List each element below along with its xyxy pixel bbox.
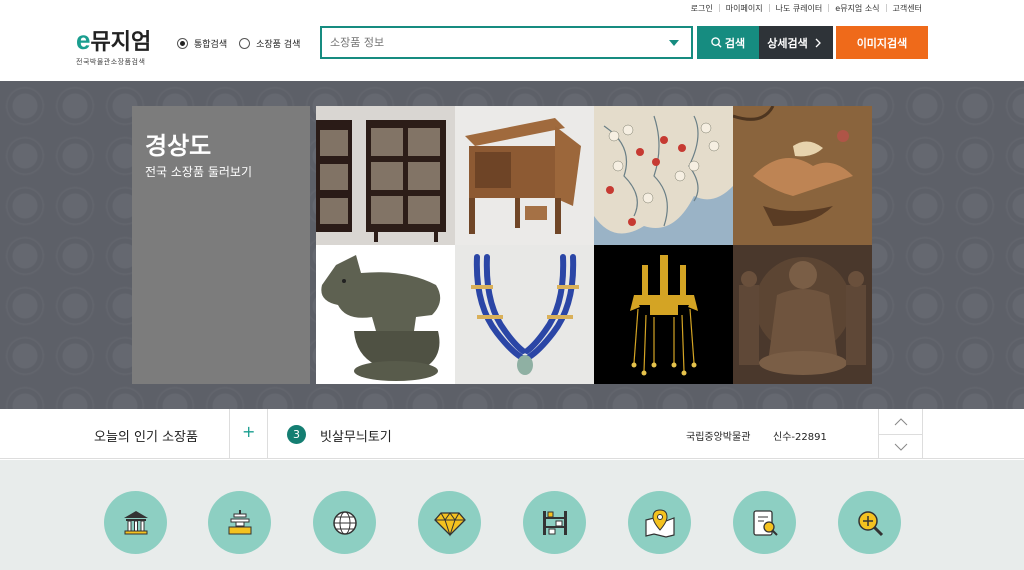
- category-shelf[interactable]: [523, 491, 586, 554]
- logo-name: 뮤지엄: [90, 30, 152, 55]
- category-map[interactable]: [628, 491, 691, 554]
- mypage-link[interactable]: 마이페이지: [720, 3, 769, 14]
- zoom-in-icon: [857, 510, 883, 536]
- utility-nav: 로그인 마이페이지 나도 큐레이터 e뮤지엄 소식 고객센터: [685, 0, 928, 16]
- image-search-label: 이미지검색: [856, 36, 908, 50]
- detail-search-button[interactable]: 상세검색: [759, 26, 833, 59]
- image-search-button[interactable]: 이미지검색: [836, 26, 928, 59]
- detail-search-label: 상세검색: [767, 36, 808, 50]
- region-title: 경상도: [145, 132, 212, 160]
- rank-arrows: [878, 409, 923, 459]
- map-pin-icon: [644, 508, 675, 538]
- rank-badge: 3: [287, 425, 306, 444]
- animal-figure-image: [316, 245, 455, 384]
- tile-buddha-relief[interactable]: [733, 245, 872, 384]
- region-card[interactable]: 경상도 전국 소장품 둘러보기: [132, 106, 310, 384]
- category-globe[interactable]: [313, 491, 376, 554]
- radio-dot-selected: [177, 38, 188, 49]
- shelf-icon: [542, 510, 567, 535]
- document-search-icon: [752, 509, 778, 536]
- old-map-image: [594, 106, 733, 245]
- divider: [229, 409, 230, 459]
- wooden-machine-image: [455, 106, 594, 245]
- curator-link[interactable]: 나도 큐레이터: [770, 3, 829, 14]
- bird-painting-image: [733, 106, 872, 245]
- chevron-right-icon: [815, 38, 821, 47]
- hero-banner: 경상도 전국 소장품 둘러보기: [0, 81, 1024, 409]
- radio-label: 소장품 검색: [256, 40, 301, 50]
- search-input[interactable]: [330, 36, 669, 49]
- chevron-up-icon: [894, 417, 907, 425]
- divider: [267, 409, 268, 459]
- tile-bird-painting[interactable]: [733, 106, 872, 245]
- search-box: [320, 26, 693, 59]
- search-icon: [711, 37, 722, 48]
- site-logo[interactable]: e뮤지엄 전국박물관소장품검색: [76, 24, 151, 67]
- lacquer-cabinet-image: [316, 106, 455, 245]
- item-code: 신수-22891: [773, 432, 827, 443]
- logo-subtitle: 전국박물관소장품검색: [76, 58, 146, 66]
- buddha-relief-image: [733, 245, 872, 384]
- region-subtitle: 전국 소장품 둘러보기: [145, 165, 252, 179]
- category-museum[interactable]: [104, 491, 167, 554]
- login-link[interactable]: 로그인: [685, 3, 719, 14]
- support-link[interactable]: 고객센터: [887, 3, 928, 14]
- category-zoom[interactable]: [838, 491, 901, 554]
- artifact-grid: [316, 106, 872, 384]
- popular-title: 오늘의 인기 소장품: [94, 430, 198, 445]
- radio-dot: [239, 38, 251, 49]
- news-link[interactable]: e뮤지엄 소식: [829, 3, 885, 14]
- more-plus-icon[interactable]: +: [242, 422, 255, 441]
- prev-button[interactable]: [879, 409, 922, 434]
- popular-items-bar: 오늘의 인기 소장품 + 3 빗살무늬토기 국립중앙박물관 신수-22891: [0, 409, 1024, 459]
- logo-e: e: [76, 25, 91, 55]
- dropdown-caret-icon[interactable]: [669, 39, 679, 46]
- search-button-label: 검색: [724, 36, 746, 50]
- tile-bead-necklace[interactable]: [455, 245, 594, 384]
- museum-icon: [123, 510, 148, 534]
- radio-collection[interactable]: 소장품 검색: [239, 37, 300, 50]
- popular-item-link[interactable]: 빗살무늬토기: [320, 426, 392, 445]
- globe-icon: [332, 510, 357, 535]
- category-gem[interactable]: [418, 491, 481, 554]
- gold-crown-image: [594, 245, 733, 384]
- category-document[interactable]: [733, 491, 796, 554]
- gem-icon: [433, 511, 466, 537]
- pagoda-icon: [228, 509, 251, 534]
- tile-old-map[interactable]: [594, 106, 733, 245]
- radio-integrated[interactable]: 통합검색: [177, 37, 227, 50]
- item-museum: 국립중앙박물관: [686, 432, 751, 443]
- tile-animal-figure[interactable]: [316, 245, 455, 384]
- next-button[interactable]: [879, 434, 922, 459]
- category-icons: [0, 460, 1024, 570]
- tile-wooden-machine[interactable]: [455, 106, 594, 245]
- tile-gold-crown[interactable]: [594, 245, 733, 384]
- chevron-down-icon: [894, 443, 907, 451]
- search-button[interactable]: 검색: [697, 26, 759, 59]
- search-type-radios: 통합검색 소장품 검색: [177, 37, 312, 50]
- bead-necklace-image: [455, 245, 594, 384]
- tile-lacquer-cabinet[interactable]: [316, 106, 455, 245]
- radio-label: 통합검색: [194, 40, 228, 50]
- category-pagoda[interactable]: [208, 491, 271, 554]
